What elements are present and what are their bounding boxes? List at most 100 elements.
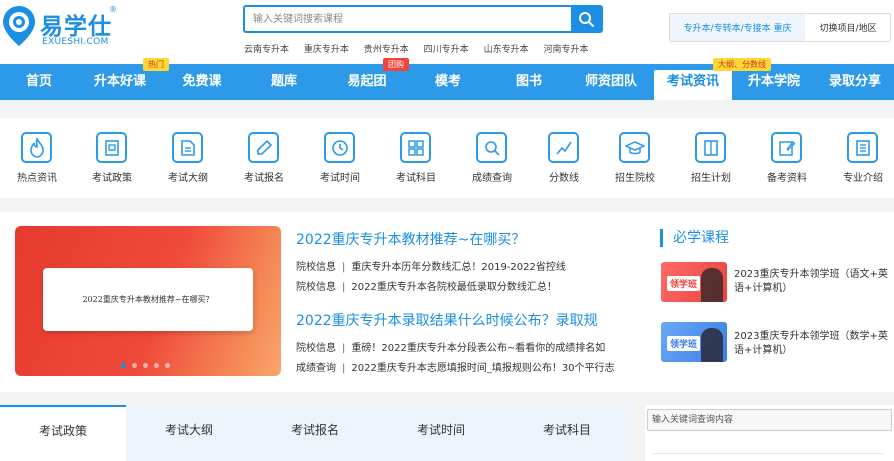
headline-link[interactable]: 2022重庆专升本教材推荐~在哪买？: [296, 229, 525, 249]
nav-teachers[interactable]: 师资团队: [570, 64, 652, 100]
tab-exam-time[interactable]: 考试时间: [378, 405, 504, 461]
news-item[interactable]: 成绩查询 | 2022重庆专升本志愿填报时间_填报规则公布！30个平行志: [296, 359, 615, 374]
list-icon: [847, 132, 878, 163]
carousel-dot[interactable]: [143, 363, 148, 368]
news-text: 重庆专升本历年分数线汇总！2019-2022省控线: [351, 262, 566, 273]
side-search-panel: [645, 405, 894, 461]
nav-mock-exam[interactable]: 模考: [408, 64, 488, 100]
course-search: [243, 5, 603, 33]
quick-link-subjects[interactable]: 考试科目: [378, 132, 454, 194]
hot-link[interactable]: 河南专升本: [543, 45, 588, 55]
banner-card-text: 2022重庆专升本教材推荐~在哪买？: [43, 268, 253, 331]
quick-link-label: 考试科目: [396, 173, 436, 184]
news-text: 2022重庆专升本各院校最低录取分数线汇总！: [351, 282, 557, 293]
quick-link-hot-news[interactable]: 热点资讯: [0, 132, 75, 194]
search-icon: [579, 12, 594, 27]
line-chart-icon: [548, 132, 579, 163]
nav-free-courses[interactable]: 免费课: [162, 64, 242, 100]
current-region: 专升本/专转本/专接本 重庆: [670, 14, 805, 41]
news-category: 院校信息: [296, 343, 336, 354]
carousel-dots: [121, 363, 170, 368]
quick-link-label: 招生计划: [691, 173, 731, 184]
hot-link[interactable]: 贵州专升本: [364, 45, 409, 55]
quick-link-exam-outline[interactable]: 考试大纲: [150, 132, 226, 194]
carousel-dot[interactable]: [154, 363, 159, 368]
switch-region-button[interactable]: 切换项目/地区: [805, 14, 891, 41]
quick-link-registration[interactable]: 考试报名: [226, 132, 302, 194]
tab-exam-policy[interactable]: 考试政策: [0, 405, 126, 461]
news-item[interactable]: 院校信息 | 重庆专升本历年分数线汇总！2019-2022省控线: [296, 258, 566, 273]
course-thumbnail[interactable]: 领学班: [661, 262, 727, 302]
quick-link-score-line[interactable]: 分数线: [526, 132, 602, 194]
banner-carousel[interactable]: 2022重庆专升本教材推荐~在哪买？: [15, 226, 281, 376]
exam-info-tabs: 考试政策 考试大纲 考试报名 考试时间 考试科目: [0, 405, 630, 461]
quick-link-score-query[interactable]: 成绩查询: [454, 132, 530, 194]
quick-link-label: 考试政策: [92, 173, 132, 184]
logo-name: 易学仕: [40, 14, 112, 40]
course-name[interactable]: 2023重庆专升本领学班（数学+英语+计算机）: [734, 330, 892, 358]
course-name[interactable]: 2023重庆专升本领学班（语文+英语+计算机）: [734, 268, 892, 296]
hot-link[interactable]: 山东专升本: [484, 45, 529, 55]
outline-badge: 大纲、分数线: [713, 58, 771, 71]
region-selector: 专升本/专转本/专接本 重庆 切换项目/地区: [669, 13, 891, 42]
quick-link-exam-policy[interactable]: 考试政策: [74, 132, 150, 194]
magnifier-icon: [476, 132, 507, 163]
quick-link-colleges[interactable]: 招生院校: [597, 132, 673, 194]
quick-link-enrollment-plan[interactable]: 招生计划: [673, 132, 749, 194]
quick-link-study-materials[interactable]: 备考资料: [749, 132, 825, 194]
quick-link-label: 考试时间: [320, 173, 360, 184]
headline-link[interactable]: 2022重庆专升本录取结果什么时候公布？录取规: [296, 310, 598, 330]
site-logo[interactable]: 易学仕 ® EXUESHI.COM: [2, 4, 117, 48]
edit-icon: [771, 132, 802, 163]
quick-link-label: 专业介绍: [843, 173, 883, 184]
clock-icon: [324, 132, 355, 163]
course-search-input[interactable]: [245, 7, 573, 31]
quick-link-majors[interactable]: 专业介绍: [825, 132, 894, 194]
news-text: 2022重庆专升本志愿填报时间_填报规则公布！30个平行志: [351, 363, 615, 374]
site-header: 易学仕 ® EXUESHI.COM 云南专升本 重庆专升本 贵州专升本 四川专升…: [0, 0, 894, 64]
outline-document-icon: [172, 132, 203, 163]
graduation-cap-icon: [619, 132, 650, 163]
quick-link-label: 备考资料: [767, 173, 807, 184]
course-thumbnail[interactable]: 领学班: [661, 322, 727, 362]
tab-exam-subjects[interactable]: 考试科目: [504, 405, 630, 461]
logo-domain: EXUESHI.COM: [42, 37, 109, 47]
pencil-icon: [248, 132, 279, 163]
group-buy-badge: 团购: [383, 58, 409, 71]
logo-pin-icon: [3, 6, 35, 46]
news-item[interactable]: 院校信息 | 重磅！2022重庆专升本分段表公布~看看你的成绩排名如: [296, 339, 605, 354]
carousel-dot[interactable]: [165, 363, 170, 368]
teacher-photo: [701, 328, 723, 362]
nav-admission-share[interactable]: 录取分享: [816, 64, 894, 100]
tab-exam-outline[interactable]: 考试大纲: [126, 405, 252, 461]
divider: [653, 453, 883, 461]
news-category: 成绩查询: [296, 363, 336, 374]
course-thumb-label: 领学班: [667, 276, 701, 291]
quick-link-exam-time[interactable]: 考试时间: [302, 132, 378, 194]
news-category: 院校信息: [296, 282, 336, 293]
tab-exam-registration[interactable]: 考试报名: [252, 405, 378, 461]
plan-icon: [695, 132, 726, 163]
quick-link-label: 成绩查询: [472, 173, 512, 184]
hot-link[interactable]: 云南专升本: [244, 45, 289, 55]
side-search-input[interactable]: [647, 409, 892, 431]
nav-home[interactable]: 首页: [0, 64, 78, 100]
quick-link-label: 考试大纲: [168, 173, 208, 184]
logo-registered-mark: ®: [109, 5, 117, 14]
hot-link[interactable]: 重庆专升本: [304, 45, 349, 55]
quick-link-label: 分数线: [549, 173, 579, 184]
news-category: 院校信息: [296, 262, 336, 273]
grid-icon: [400, 132, 431, 163]
carousel-dot[interactable]: [132, 363, 137, 368]
hot-region-links: 云南专升本 重庆专升本 贵州专升本 四川专升本 山东专升本 河南专升本: [244, 42, 600, 55]
quick-link-label: 考试报名: [244, 173, 284, 184]
news-item[interactable]: 院校信息 | 2022重庆专升本各院校最低录取分数线汇总！: [296, 278, 557, 293]
search-button[interactable]: [571, 7, 601, 31]
hot-link[interactable]: 四川专升本: [424, 45, 469, 55]
course-thumb-label: 领学班: [667, 336, 701, 351]
nav-question-bank[interactable]: 题库: [242, 64, 326, 100]
nav-exam-news[interactable]: 考试资讯: [654, 70, 732, 100]
news-text: 重磅！2022重庆专升本分段表公布~看看你的成绩排名如: [351, 343, 606, 354]
carousel-dot[interactable]: [121, 363, 126, 368]
nav-books[interactable]: 图书: [488, 64, 570, 100]
